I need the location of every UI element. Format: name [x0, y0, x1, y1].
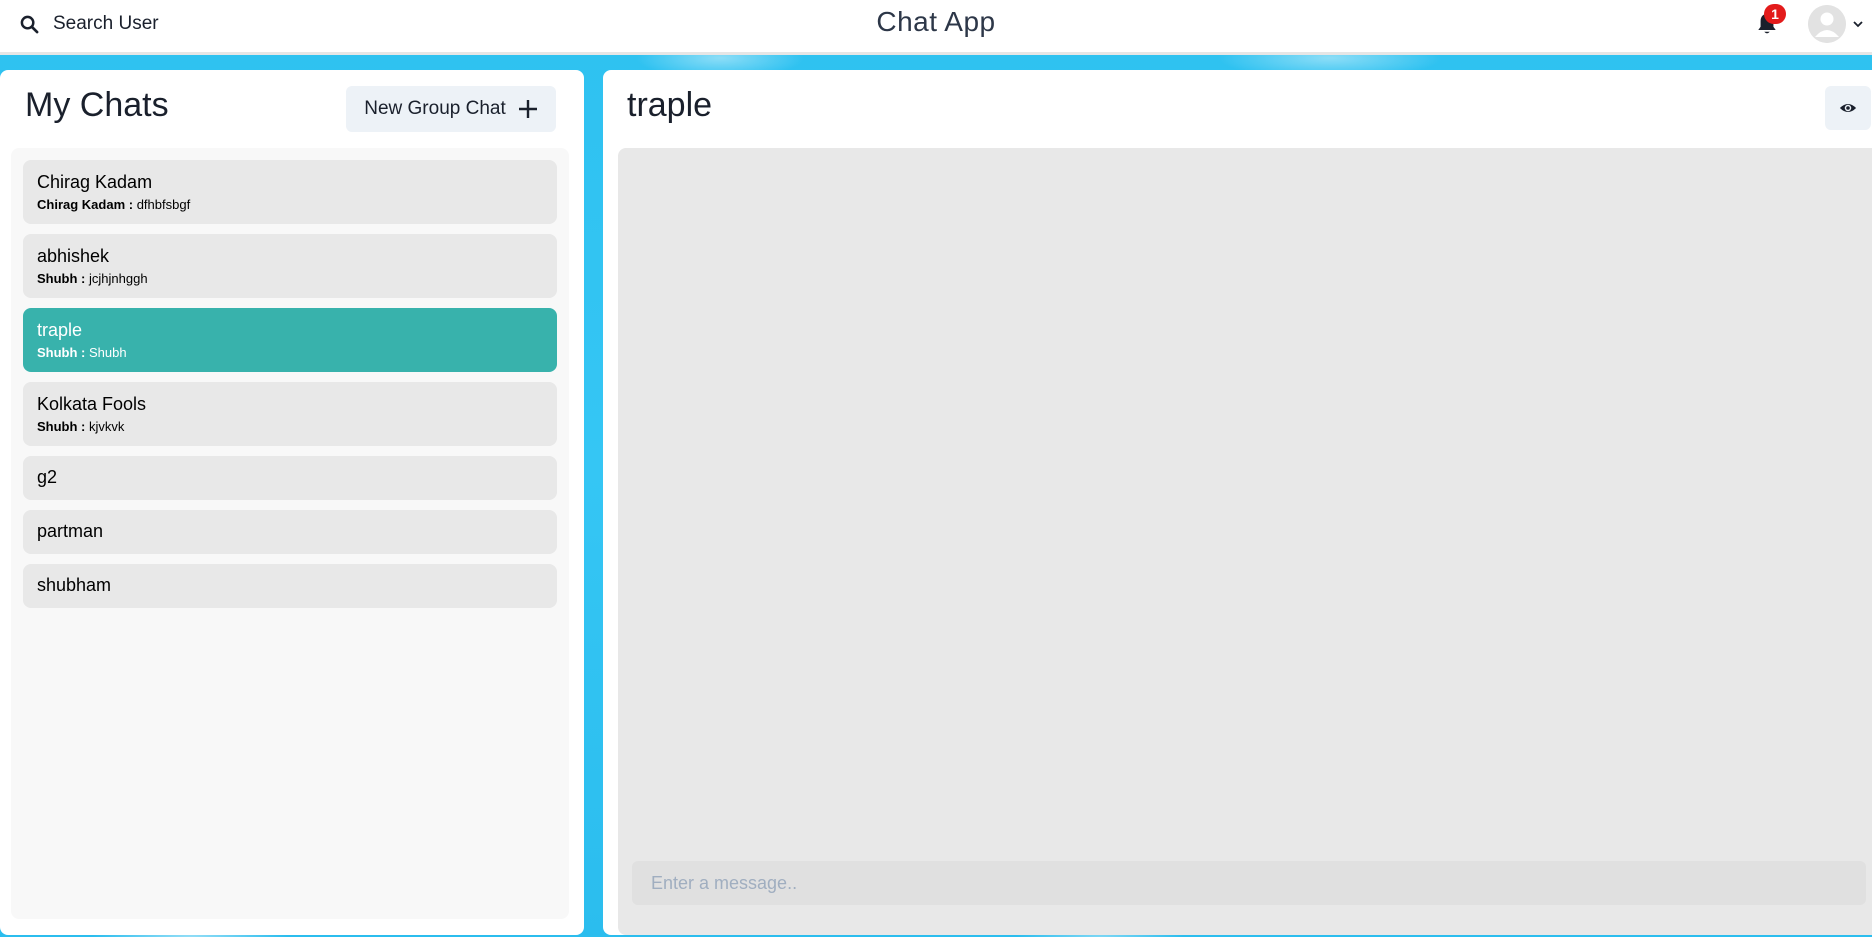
chat-list: Chirag Kadam Chirag Kadam : dfhbfsbgf ab… — [11, 148, 569, 919]
new-group-chat-label: New Group Chat — [364, 98, 506, 119]
top-bar: Search User Chat App 1 — [0, 0, 1872, 55]
search-icon — [20, 15, 39, 33]
avatar-icon — [1808, 5, 1846, 43]
message-sender: Shubh : — [37, 271, 86, 286]
chat-item-chirag-kadam[interactable]: Chirag Kadam Chirag Kadam : dfhbfsbgf — [23, 160, 557, 224]
view-chat-details-button[interactable] — [1825, 86, 1871, 130]
notification-badge: 1 — [1764, 4, 1786, 24]
my-chats-title: My Chats — [25, 86, 169, 124]
chat-item-kolkata-fools[interactable]: Kolkata Fools Shubh : kjvkvk — [23, 382, 557, 446]
chevron-down-icon — [1853, 21, 1863, 28]
message-sender: Shubh : — [37, 345, 86, 360]
message-sender: Chirag Kadam : — [37, 197, 134, 212]
messages-area[interactable] — [618, 148, 1872, 935]
profile-menu-button[interactable] — [1808, 3, 1872, 45]
chat-item-traple[interactable]: traple Shubh : Shubh — [23, 308, 557, 372]
chat-name: Chirag Kadam — [37, 172, 153, 192]
latest-message: Shubh : jcjhjnhggh — [37, 271, 543, 286]
chat-item-shubham[interactable]: shubham — [23, 564, 557, 608]
message-text: jcjhjnhggh — [89, 271, 148, 286]
avatar — [1808, 5, 1846, 43]
chat-item-partman[interactable]: partman — [23, 510, 557, 554]
new-group-chat-button[interactable]: New Group Chat — [346, 86, 556, 132]
message-text: Shubh — [89, 345, 127, 360]
message-text: kjvkvk — [89, 419, 125, 434]
search-user-button[interactable]: Search User — [14, 6, 165, 42]
my-chats-panel: My Chats New Group Chat Chirag Kadam Chi… — [0, 70, 584, 935]
search-user-label: Search User — [53, 13, 159, 34]
message-sender: Shubh : — [37, 419, 86, 434]
chat-name: partman — [37, 521, 104, 541]
chat-item-g2[interactable]: g2 — [23, 456, 557, 500]
chat-name: abhishek — [37, 246, 110, 266]
chat-title: traple — [627, 86, 713, 124]
plus-icon — [518, 100, 537, 118]
chat-name: g2 — [37, 467, 58, 487]
chat-name: Kolkata Fools — [37, 394, 147, 414]
latest-message: Chirag Kadam : dfhbfsbgf — [37, 197, 543, 212]
message-input[interactable] — [632, 861, 1866, 905]
chat-item-abhishek[interactable]: abhishek Shubh : jcjhjnhggh — [23, 234, 557, 298]
eye-icon — [1839, 103, 1857, 113]
app-title: Chat App — [876, 6, 996, 37]
chat-box-panel: traple — [603, 70, 1872, 935]
message-text: dfhbfsbgf — [136, 197, 191, 212]
chat-name: shubham — [37, 575, 112, 595]
latest-message: Shubh : kjvkvk — [37, 419, 543, 434]
chat-name: traple — [37, 320, 83, 340]
latest-message: Shubh : Shubh — [37, 345, 543, 360]
